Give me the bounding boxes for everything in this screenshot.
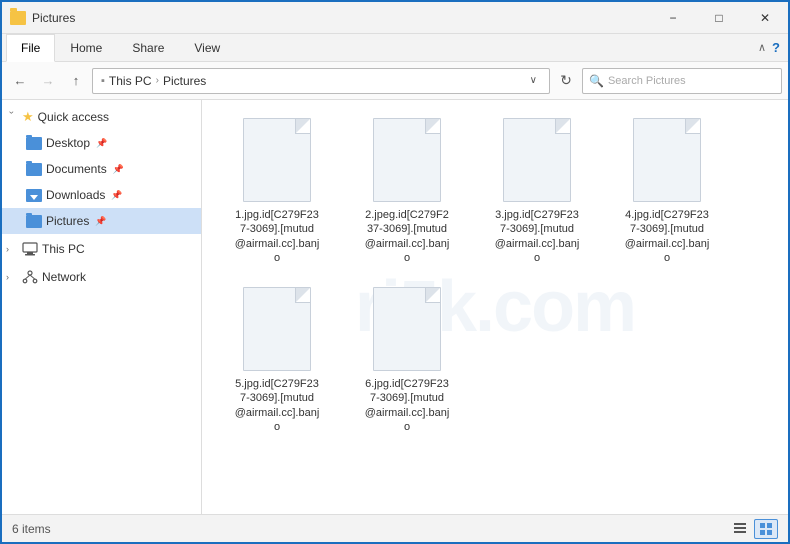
this-pc-label: This PC: [42, 242, 85, 256]
address-field-pc-icon: ▪: [101, 75, 105, 87]
title-controls: − □ ✕: [650, 2, 788, 34]
file-page-bg: [243, 118, 311, 202]
file-item[interactable]: 5.jpg.id[C279F237-3069].[mutud@airmail.c…: [212, 279, 342, 440]
this-pc-icon: [22, 241, 38, 257]
status-bar: 6 items: [2, 514, 788, 542]
file-item[interactable]: 4.jpg.id[C279F237-3069].[mutud@airmail.c…: [602, 110, 732, 271]
help-button[interactable]: ?: [772, 40, 780, 55]
file-item[interactable]: 2.jpeg.id[C279F237-3069].[mutud@airmail.…: [342, 110, 472, 271]
documents-pin-icon: 📌: [113, 164, 124, 175]
forward-button[interactable]: →: [36, 69, 60, 93]
file-page-bg: [633, 118, 701, 202]
pictures-label: Pictures: [46, 214, 89, 228]
search-box[interactable]: 🔍 Search Pictures: [582, 68, 782, 94]
pictures-folder-icon: [26, 213, 42, 229]
quick-access-header[interactable]: › ★ Quick access: [2, 104, 201, 130]
downloads-label: Downloads: [46, 188, 105, 202]
desktop-pin-icon: 📌: [96, 138, 107, 149]
sidebar-item-pictures[interactable]: Pictures 📌: [2, 208, 201, 234]
ribbon-tabs: File Home Share View ∧ ?: [2, 34, 788, 61]
quick-access-label: Quick access: [38, 110, 109, 124]
up-button[interactable]: ↑: [64, 69, 88, 93]
file-page-bg: [373, 287, 441, 371]
file-item[interactable]: 6.jpg.id[C279F237-3069].[mutud@airmail.c…: [342, 279, 472, 440]
view-buttons: [728, 519, 778, 539]
back-button[interactable]: ←: [8, 69, 32, 93]
desktop-folder-icon: [26, 135, 42, 151]
desktop-label: Desktop: [46, 136, 90, 150]
downloads-pin-icon: 📌: [111, 190, 122, 201]
content-area: ri5k.com 1.jpg.id[C279F237-3069].[mutud@…: [202, 100, 788, 514]
sidebar-item-desktop[interactable]: Desktop 📌: [2, 130, 201, 156]
tab-home[interactable]: Home: [55, 34, 117, 62]
grid-view-button[interactable]: [754, 519, 778, 539]
this-pc-section: › This PC: [2, 236, 201, 262]
search-icon: 🔍: [589, 74, 604, 88]
folder-icon: [10, 10, 26, 26]
title-bar-left: Pictures: [10, 10, 75, 26]
tab-view[interactable]: View: [179, 34, 235, 62]
ribbon-collapse-button[interactable]: ∧: [758, 41, 766, 54]
file-label: 4.jpg.id[C279F237-3069].[mutud@airmail.c…: [625, 208, 710, 265]
sidebar: › ★ Quick access Desktop 📌 Documents 📌: [2, 100, 202, 514]
network-label: Network: [42, 270, 86, 284]
file-label: 1.jpg.id[C279F237-3069].[mutud@airmail.c…: [235, 208, 320, 265]
file-page-bg: [243, 287, 311, 371]
address-chevron-icon[interactable]: ∨: [526, 75, 541, 86]
breadcrumb: This PC › Pictures: [109, 74, 522, 88]
file-label: 5.jpg.id[C279F237-3069].[mutud@airmail.c…: [235, 377, 320, 434]
address-bar: ← → ↑ ▪ This PC › Pictures ∨ ↻ 🔍 Search …: [2, 62, 788, 100]
files-grid: 1.jpg.id[C279F237-3069].[mutud@airmail.c…: [212, 110, 778, 440]
network-section: › Network: [2, 264, 201, 290]
file-icon: [241, 285, 313, 373]
file-item[interactable]: 3.jpg.id[C279F237-3069].[mutud@airmail.c…: [472, 110, 602, 271]
pictures-pin-icon: 📌: [95, 216, 106, 227]
documents-label: Documents: [46, 162, 107, 176]
sidebar-item-documents[interactable]: Documents 📌: [2, 156, 201, 182]
file-icon: [631, 116, 703, 204]
file-icon: [371, 116, 443, 204]
file-label: 2.jpeg.id[C279F237-3069].[mutud@airmail.…: [365, 208, 450, 265]
maximize-button[interactable]: □: [696, 2, 742, 34]
file-icon: [371, 285, 443, 373]
file-item[interactable]: 1.jpg.id[C279F237-3069].[mutud@airmail.c…: [212, 110, 342, 271]
title-bar: Pictures − □ ✕: [2, 2, 788, 34]
quick-access-section: › ★ Quick access Desktop 📌 Documents 📌: [2, 104, 201, 234]
address-field[interactable]: ▪ This PC › Pictures ∨: [92, 68, 550, 94]
breadcrumb-pictures[interactable]: Pictures: [163, 74, 206, 88]
tab-file[interactable]: File: [6, 34, 55, 62]
file-icon: [501, 116, 573, 204]
sidebar-item-downloads[interactable]: Downloads 📌: [2, 182, 201, 208]
network-icon: [22, 269, 38, 285]
search-placeholder: Search Pictures: [608, 75, 686, 87]
close-button[interactable]: ✕: [742, 2, 788, 34]
ribbon: File Home Share View ∧ ?: [2, 34, 788, 62]
this-pc-header[interactable]: › This PC: [2, 236, 201, 262]
refresh-button[interactable]: ↻: [554, 69, 578, 93]
breadcrumb-sep-1: ›: [156, 75, 159, 86]
list-view-button[interactable]: [728, 519, 752, 539]
quick-access-star-icon: ★: [22, 109, 34, 125]
documents-folder-icon: [26, 161, 42, 177]
network-chevron: ›: [6, 272, 18, 282]
quick-access-chevron: ›: [7, 111, 17, 123]
file-label: 3.jpg.id[C279F237-3069].[mutud@airmail.c…: [495, 208, 580, 265]
downloads-folder-icon: [26, 187, 42, 203]
file-page-bg: [503, 118, 571, 202]
breadcrumb-thispc[interactable]: This PC: [109, 74, 152, 88]
item-count: 6 items: [12, 522, 51, 536]
file-page-bg: [373, 118, 441, 202]
this-pc-chevron: ›: [6, 244, 18, 254]
minimize-button[interactable]: −: [650, 2, 696, 34]
window-title: Pictures: [32, 11, 75, 25]
network-header[interactable]: › Network: [2, 264, 201, 290]
tab-share[interactable]: Share: [117, 34, 179, 62]
file-icon: [241, 116, 313, 204]
file-label: 6.jpg.id[C279F237-3069].[mutud@airmail.c…: [365, 377, 450, 434]
main-area: › ★ Quick access Desktop 📌 Documents 📌: [2, 100, 788, 514]
